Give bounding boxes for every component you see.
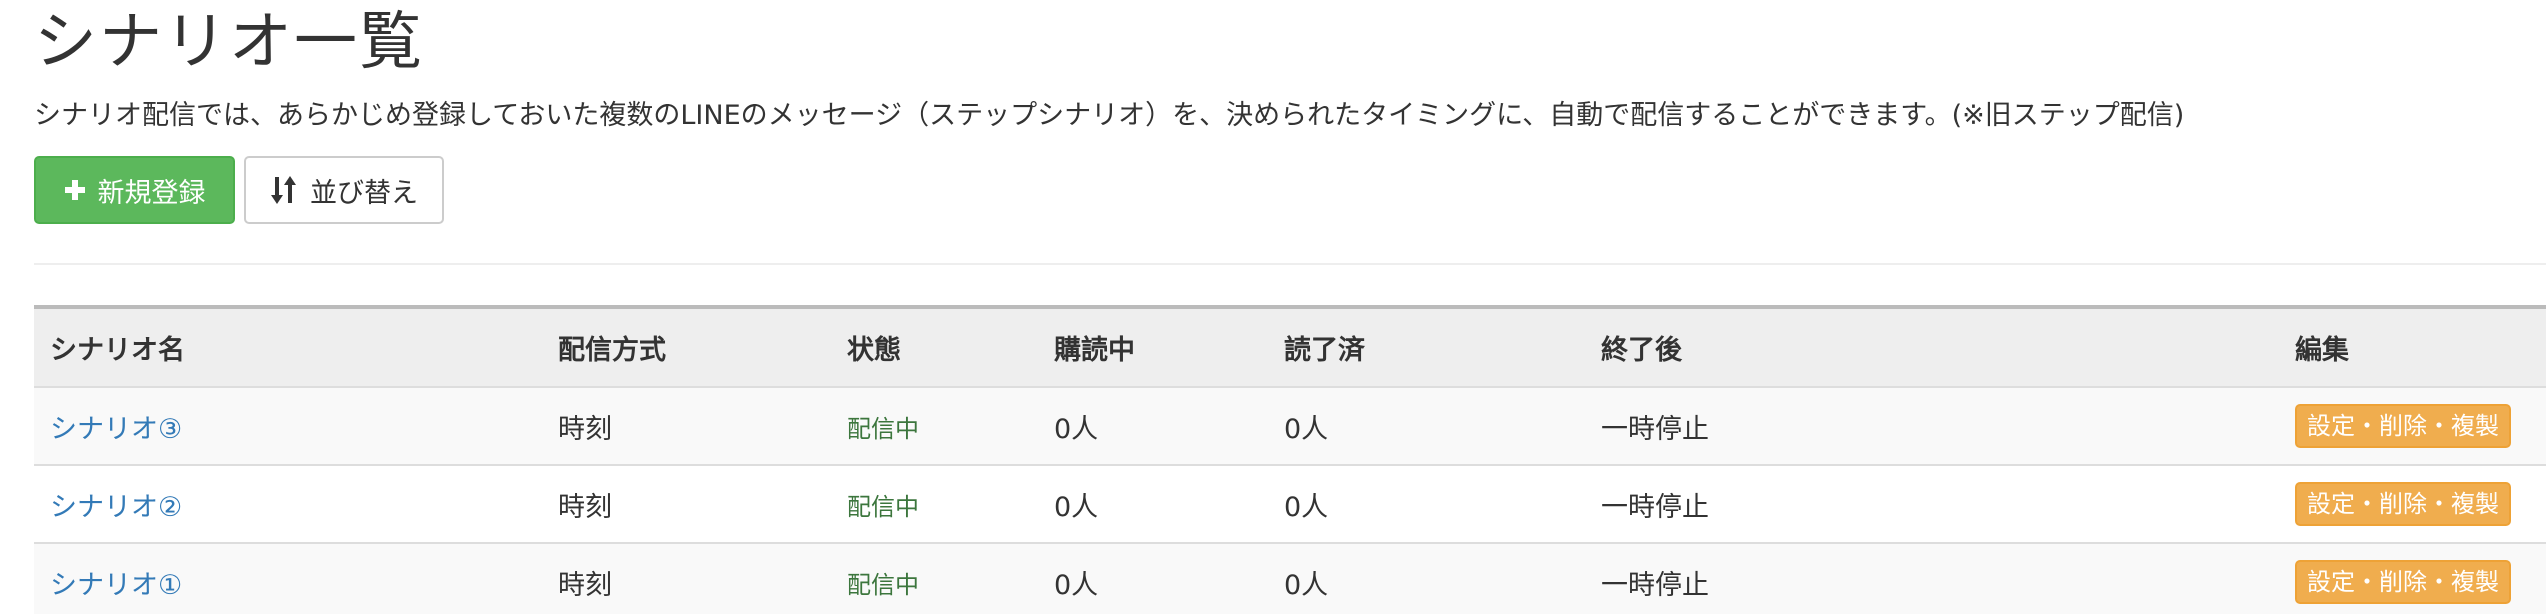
- sort-button[interactable]: 並び替え: [244, 156, 444, 224]
- after-end-action: 一時停止: [1585, 387, 2279, 466]
- status-label: 配信中: [847, 414, 919, 443]
- status-label: 配信中: [847, 570, 919, 599]
- scenario-list-page: シナリオ一覧 シナリオ配信では、あらかじめ登録しておいた複数のLINEのメッセー…: [0, 0, 2546, 614]
- after-end-action: 一時停止: [1585, 543, 2279, 614]
- subscribing-count: 0人: [1038, 543, 1268, 614]
- delivery-method: 時刻: [542, 465, 831, 544]
- plus-icon: [64, 179, 86, 201]
- header-delivery-method: 配信方式: [542, 305, 831, 388]
- delivery-method: 時刻: [542, 387, 831, 466]
- completed-count: 0人: [1268, 465, 1585, 544]
- table-row: シナリオ② 時刻 配信中 0人 0人 一時停止 設定・削除・複製: [34, 465, 2546, 544]
- header-subscribing: 購読中: [1038, 305, 1268, 388]
- completed-count: 0人: [1268, 543, 1585, 614]
- header-after-end: 終了後: [1585, 305, 2279, 388]
- header-edit: 編集: [2279, 305, 2546, 388]
- sort-icon: [270, 175, 298, 205]
- delivery-method: 時刻: [542, 543, 831, 614]
- edit-button[interactable]: 設定・削除・複製: [2295, 404, 2511, 448]
- table-header-row: シナリオ名 配信方式 状態 購読中 読了済 終了後 編集: [34, 305, 2546, 388]
- page-description: シナリオ配信では、あらかじめ登録しておいた複数のLINEのメッセージ（ステップシ…: [34, 100, 2185, 131]
- new-scenario-button[interactable]: 新規登録: [34, 156, 235, 224]
- table-row: シナリオ① 時刻 配信中 0人 0人 一時停止 設定・削除・複製: [34, 543, 2546, 614]
- section-divider: [34, 263, 2546, 265]
- header-status: 状態: [831, 305, 1038, 388]
- scenario-table: シナリオ名 配信方式 状態 購読中 読了済 終了後 編集 シナリオ③ 時刻 配信…: [34, 305, 2546, 614]
- page-title: シナリオ一覧: [34, 5, 424, 78]
- table-row: シナリオ③ 時刻 配信中 0人 0人 一時停止 設定・削除・複製: [34, 387, 2546, 466]
- subscribing-count: 0人: [1038, 387, 1268, 466]
- new-scenario-label: 新規登録: [97, 177, 206, 209]
- sort-label: 並び替え: [310, 177, 418, 209]
- header-scenario-name: シナリオ名: [34, 305, 542, 388]
- scenario-name-link[interactable]: シナリオ①: [50, 570, 182, 601]
- edit-button[interactable]: 設定・削除・複製: [2295, 482, 2511, 526]
- scenario-name-link[interactable]: シナリオ②: [50, 492, 182, 523]
- after-end-action: 一時停止: [1585, 465, 2279, 544]
- edit-button[interactable]: 設定・削除・複製: [2295, 560, 2511, 604]
- scenario-name-link[interactable]: シナリオ③: [50, 414, 182, 445]
- completed-count: 0人: [1268, 387, 1585, 466]
- subscribing-count: 0人: [1038, 465, 1268, 544]
- status-label: 配信中: [847, 492, 919, 521]
- header-completed: 読了済: [1268, 305, 1585, 388]
